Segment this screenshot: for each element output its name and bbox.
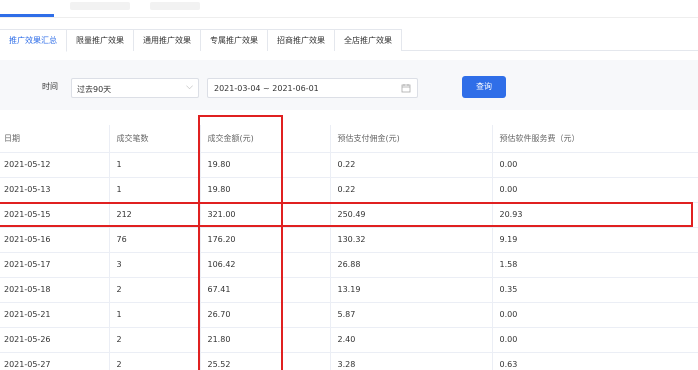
time-label: 时间 — [42, 82, 58, 91]
cell-date: 2021-05-12 — [0, 152, 110, 178]
cell-date: 2021-05-15 — [0, 202, 110, 228]
table-row: 2021-05-18 2 67.41 13.19 0.35 — [0, 277, 698, 303]
table-row: 2021-05-26 2 21.80 2.40 0.00 — [0, 327, 698, 353]
table-row: 2021-05-17 3 106.42 26.88 1.58 — [0, 252, 698, 278]
period-select[interactable]: 过去90天 ⌵ — [71, 78, 199, 98]
cell-commission: 13.19 — [330, 277, 493, 303]
cell-order-count: 3 — [109, 252, 201, 278]
cell-service-fee: 1.58 — [492, 252, 698, 278]
cell-commission: 5.87 — [330, 302, 493, 328]
nav-item-faint — [70, 2, 130, 10]
cell-service-fee: 0.00 — [492, 177, 698, 203]
cell-commission: 26.88 — [330, 252, 493, 278]
cell-order-count: 2 — [109, 352, 201, 370]
cell-date: 2021-05-21 — [0, 302, 110, 328]
cell-order-count: 1 — [109, 152, 201, 178]
table-row: 2021-05-13 1 19.80 0.22 0.00 — [0, 177, 698, 203]
cell-date: 2021-05-17 — [0, 252, 110, 278]
cell-order-count: 212 — [109, 202, 201, 228]
table-row: 2021-05-21 1 26.70 5.87 0.00 — [0, 302, 698, 328]
tab-bar: 推广效果汇总 限量推广效果 通用推广效果 专属推广效果 招商推广效果 全店推广效… — [0, 29, 698, 52]
header-date[interactable]: 日期 — [0, 125, 110, 153]
data-table: 日期 成交笔数 成交金额(元) 预估支付佣金(元) 预估软件服务费（元） 202… — [0, 125, 698, 370]
date-range-value: 2021-03-04 ~ 2021-06-01 — [214, 84, 319, 93]
cell-order-count: 2 — [109, 327, 201, 353]
cell-date: 2021-05-27 — [0, 352, 110, 370]
tab-limited[interactable]: 限量推广效果 — [66, 29, 134, 51]
table-row: 2021-05-15 212 321.00 250.49 20.93 — [0, 202, 698, 228]
header-commission[interactable]: 预估支付佣金(元) — [330, 125, 493, 153]
filter-panel: 时间 过去90天 ⌵ 2021-03-04 ~ 2021-06-01 查询 — [0, 60, 698, 110]
cell-amount: 321.00 — [200, 202, 331, 228]
cell-date: 2021-05-26 — [0, 327, 110, 353]
header-service-fee[interactable]: 预估软件服务费（元） — [492, 125, 698, 153]
cell-service-fee: 9.19 — [492, 227, 698, 253]
tab-exclusive[interactable]: 专属推广效果 — [200, 29, 268, 51]
top-nav-bar — [0, 0, 698, 18]
cell-order-count: 2 — [109, 277, 201, 303]
header-order-count[interactable]: 成交笔数 — [109, 125, 201, 153]
cell-service-fee: 0.00 — [492, 327, 698, 353]
calendar-icon — [401, 84, 411, 93]
cell-order-count: 76 — [109, 227, 201, 253]
cell-date: 2021-05-16 — [0, 227, 110, 253]
cell-service-fee: 0.00 — [492, 302, 698, 328]
cell-service-fee: 0.00 — [492, 152, 698, 178]
tab-general[interactable]: 通用推广效果 — [133, 29, 201, 51]
chevron-down-icon: ⌵ — [186, 82, 193, 92]
table-row: 2021-05-27 2 25.52 3.28 0.63 — [0, 352, 698, 370]
cell-order-count: 1 — [109, 177, 201, 203]
cell-amount: 106.42 — [200, 252, 331, 278]
cell-amount: 25.52 — [200, 352, 331, 370]
cell-order-count: 1 — [109, 302, 201, 328]
cell-amount: 19.80 — [200, 177, 331, 203]
cell-date: 2021-05-18 — [0, 277, 110, 303]
tab-store[interactable]: 全店推广效果 — [334, 29, 402, 51]
cell-commission: 130.32 — [330, 227, 493, 253]
cell-amount: 21.80 — [200, 327, 331, 353]
cell-amount: 26.70 — [200, 302, 331, 328]
tab-merchant[interactable]: 招商推广效果 — [267, 29, 335, 51]
tab-summary[interactable]: 推广效果汇总 — [0, 29, 67, 52]
date-range-picker[interactable]: 2021-03-04 ~ 2021-06-01 — [207, 78, 418, 98]
cell-commission: 250.49 — [330, 202, 493, 228]
cell-amount: 19.80 — [200, 152, 331, 178]
period-select-value: 过去90天 — [77, 85, 112, 94]
cell-date: 2021-05-13 — [0, 177, 110, 203]
table-header-row: 日期 成交笔数 成交金额(元) 预估支付佣金(元) 预估软件服务费（元） — [0, 125, 698, 153]
cell-service-fee: 0.63 — [492, 352, 698, 370]
cell-commission: 0.22 — [330, 177, 493, 203]
table-row: 2021-05-12 1 19.80 0.22 0.00 — [0, 152, 698, 178]
cell-amount: 67.41 — [200, 277, 331, 303]
header-amount[interactable]: 成交金额(元) — [200, 125, 331, 153]
cell-commission: 0.22 — [330, 152, 493, 178]
query-button[interactable]: 查询 — [462, 76, 506, 98]
cell-commission: 3.28 — [330, 352, 493, 370]
cell-amount: 176.20 — [200, 227, 331, 253]
cell-service-fee: 20.93 — [492, 202, 698, 228]
nav-item-faint — [150, 2, 200, 10]
table-row: 2021-05-16 76 176.20 130.32 9.19 — [0, 227, 698, 253]
cell-commission: 2.40 — [330, 327, 493, 353]
cell-service-fee: 0.35 — [492, 277, 698, 303]
nav-active-indicator — [0, 14, 54, 17]
